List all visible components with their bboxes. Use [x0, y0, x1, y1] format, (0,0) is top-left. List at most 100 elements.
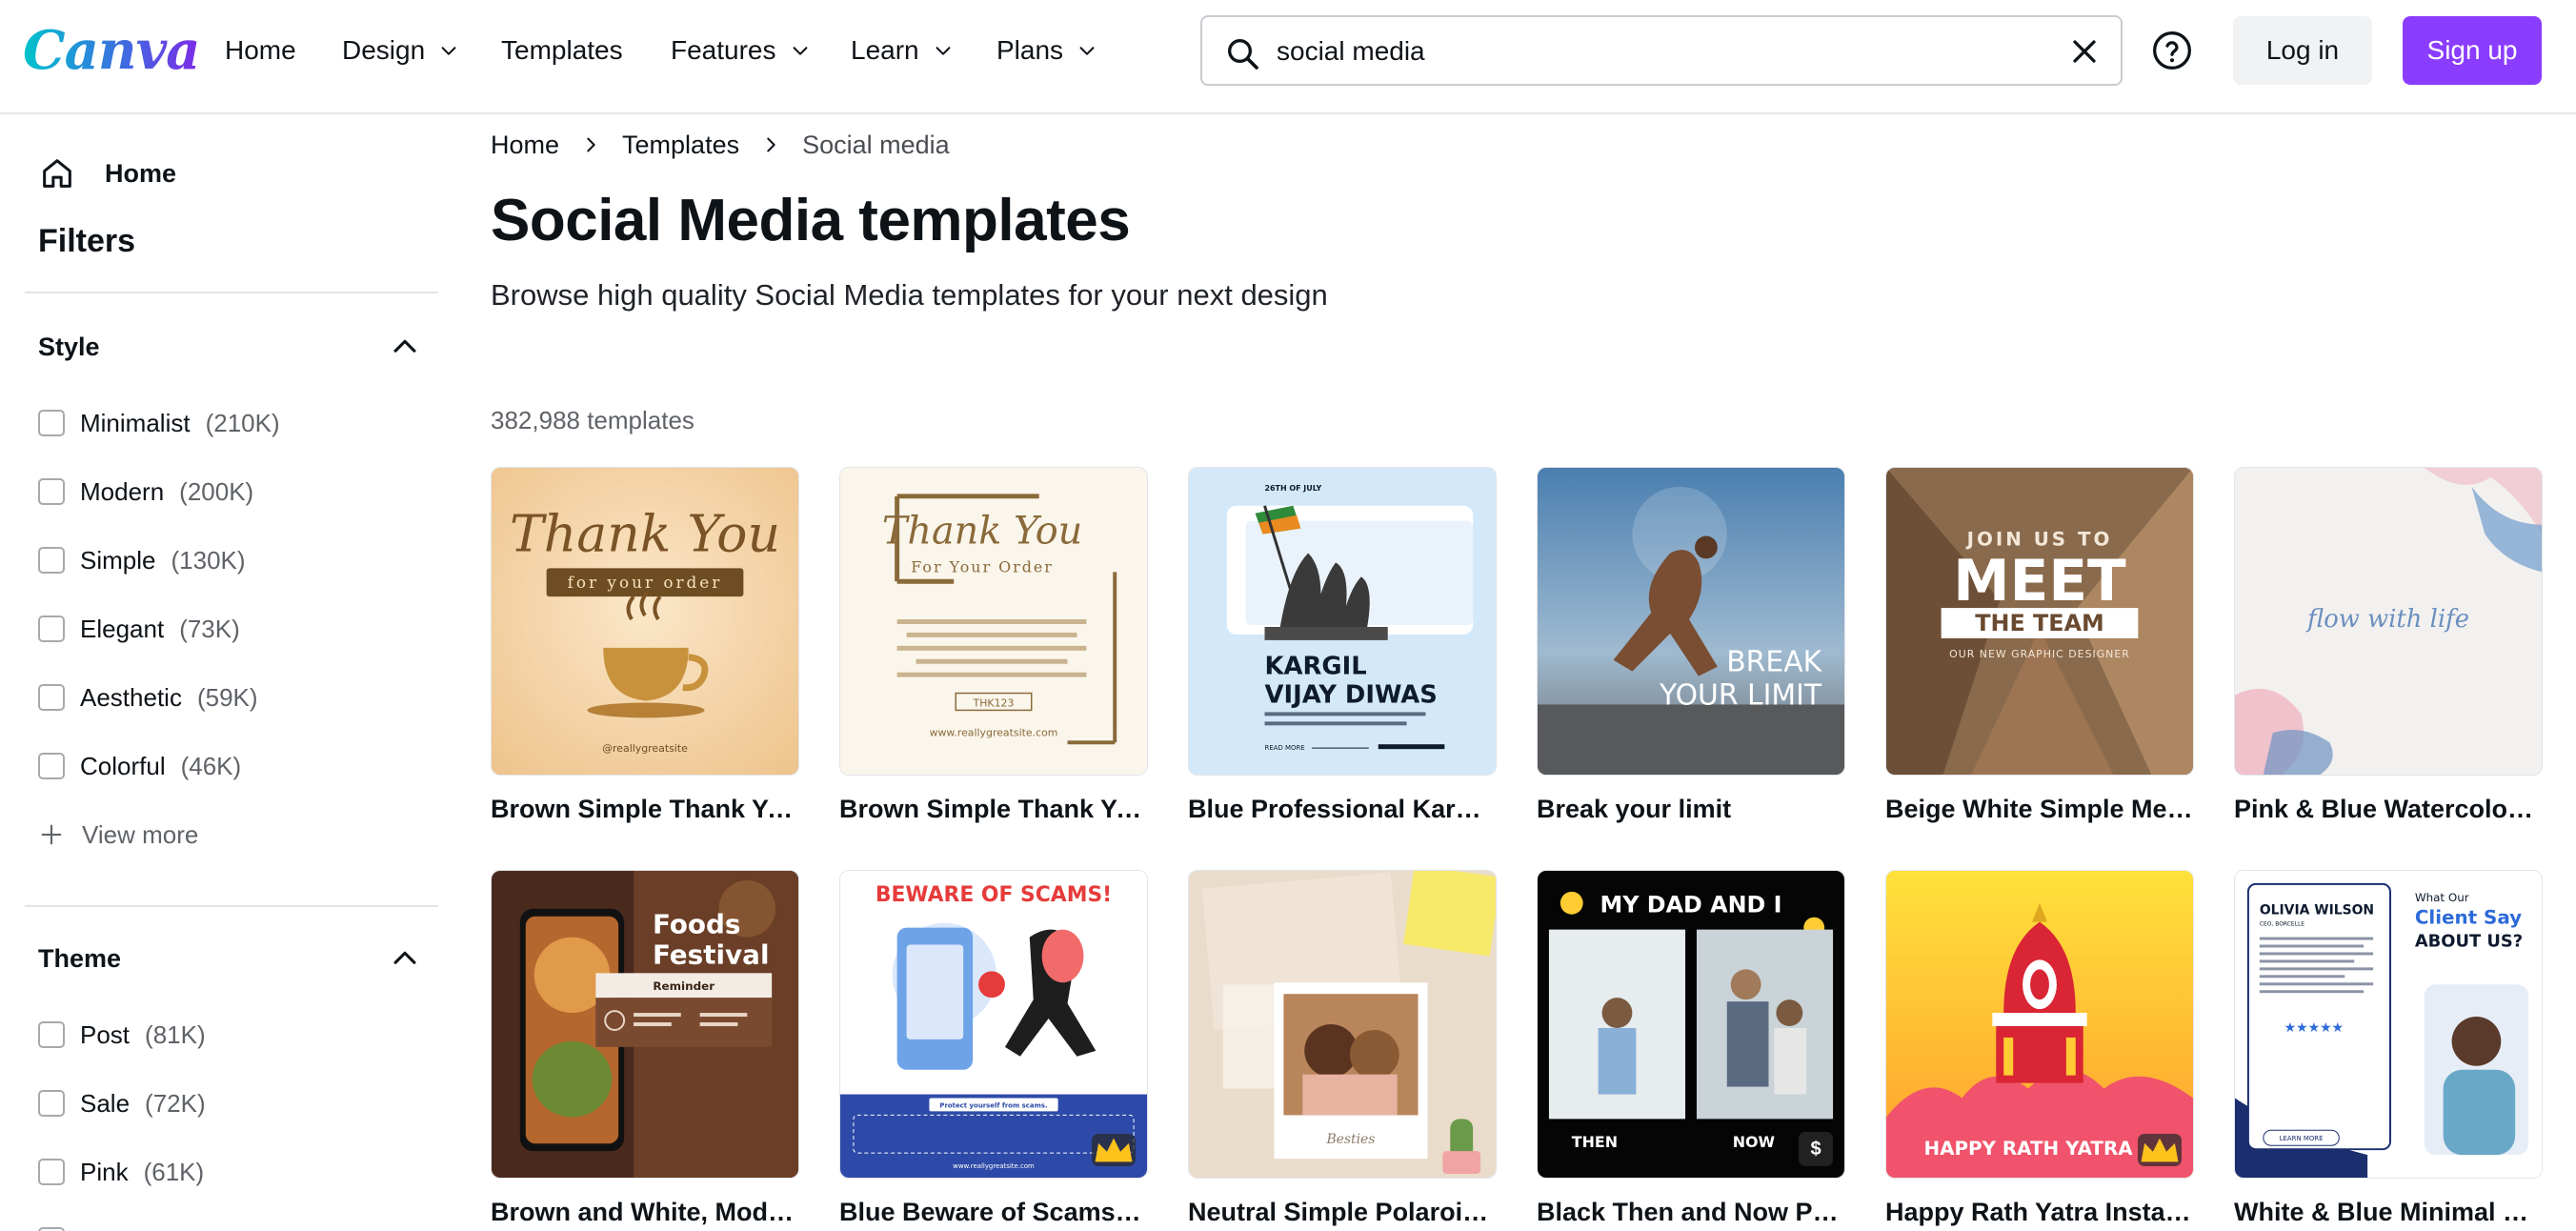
checkbox[interactable] — [38, 547, 65, 574]
template-title: Brown and White, Moder... — [491, 1198, 799, 1226]
filter-simple[interactable]: Simple (130K) — [38, 541, 246, 579]
theme-section-toggle[interactable]: Theme — [38, 938, 421, 979]
checkbox[interactable] — [38, 1159, 65, 1185]
thumb-text: @reallygreatsite — [602, 742, 688, 755]
template-card[interactable]: Thank You For Your Order THK123 www.real… — [839, 467, 1148, 824]
template-card[interactable]: 26TH OF JULY KARGIL VIJAY DIWAS READ MOR… — [1188, 467, 1497, 824]
filter-aesthetic[interactable]: Aesthetic (59K) — [38, 678, 258, 716]
thumb-text: MY DAD AND I — [1600, 892, 1781, 918]
thumb-text: LEARN MORE — [2280, 1135, 2324, 1142]
template-thumbnail: Thank You for your order @reallygreatsit… — [491, 467, 799, 776]
checkbox[interactable] — [38, 1090, 65, 1117]
chevron-right-icon — [587, 137, 595, 152]
style-section-toggle[interactable]: Style — [38, 326, 421, 368]
nav-learn[interactable]: Learn — [851, 30, 954, 71]
thumb-text: Besties — [1325, 1132, 1375, 1147]
thumb-text: OLIVIA WILSON — [2260, 903, 2374, 918]
nav-home[interactable]: Home — [225, 30, 296, 71]
login-button[interactable]: Log in — [2233, 16, 2372, 85]
canva-logo[interactable]: Canva — [23, 17, 200, 84]
thumb-text: YOUR LIMIT — [1659, 678, 1822, 712]
chevron-up-icon — [393, 951, 416, 964]
search-input[interactable] — [1277, 30, 2020, 72]
style-section-title: Style — [38, 332, 100, 361]
crown-icon — [2141, 1138, 2179, 1162]
thumb-text: JOIN US TO — [1965, 528, 2113, 550]
filter-colorful[interactable]: Colorful (46K) — [38, 747, 241, 785]
checkbox[interactable] — [38, 1227, 65, 1231]
template-title: Break your limit — [1537, 795, 1732, 823]
checkbox[interactable] — [38, 753, 65, 779]
filter-post[interactable]: Post (81K) — [38, 1016, 206, 1054]
search-icon — [1228, 39, 1258, 70]
template-card[interactable]: Besties Neutral Simple Polaroid ... — [1188, 870, 1497, 1227]
nav-plans[interactable]: Plans — [996, 30, 1097, 71]
theme-section-title: Theme — [38, 943, 122, 973]
polaroid-image: Besties — [1189, 871, 1496, 1178]
filter-minimalist[interactable]: Minimalist (210K) — [38, 404, 280, 442]
template-title: Blue Beware of Scams In... — [839, 1198, 1148, 1226]
foods-festival-image: Foods Festival Reminder — [492, 871, 798, 1178]
premium-crown-badge — [1092, 1134, 1136, 1166]
template-title: Brown Simple Thank You... — [839, 795, 1148, 823]
nav-templates[interactable]: Templates — [501, 30, 623, 71]
break-your-limit-image: BREAK YOUR LIMIT — [1538, 468, 1844, 775]
template-thumbnail: HAPPY RATH YATRA — [1885, 870, 2194, 1179]
top-navigation-bar: Canva Home Design Templates Features Lea… — [0, 0, 2576, 114]
signup-button[interactable]: Sign up — [2403, 16, 2542, 85]
template-card[interactable]: BREAK YOUR LIMIT Break your limit — [1537, 467, 1845, 824]
template-card[interactable]: Foods Festival Reminder Brown and White,… — [491, 870, 799, 1227]
divider — [25, 905, 438, 907]
checkbox[interactable] — [38, 684, 65, 711]
thumb-text: OUR NEW GRAPHIC DESIGNER — [1949, 648, 2130, 660]
view-more-button[interactable]: View more — [38, 816, 198, 854]
sidebar-home-label: Home — [105, 158, 177, 188]
plus-icon — [41, 824, 62, 845]
thumb-text: Foods — [653, 909, 741, 940]
divider — [25, 292, 438, 293]
filter-next-partial[interactable] — [38, 1221, 65, 1231]
filter-pink[interactable]: Pink (61K) — [38, 1153, 204, 1191]
clear-search-icon[interactable] — [2065, 32, 2103, 71]
filter-label: Minimalist — [80, 408, 191, 437]
filter-sidebar: Home Filters Style Minimalist (210K) Mod… — [0, 116, 457, 1231]
checkbox[interactable] — [38, 410, 65, 436]
help-icon[interactable] — [2151, 30, 2193, 71]
nav-templates-label: Templates — [501, 35, 623, 65]
template-card[interactable]: OLIVIA WILSON CEO, BORCELLE ★★★★★ What O… — [2234, 870, 2543, 1227]
thumb-text: BEWARE OF SCAMS! — [875, 883, 1112, 907]
filter-sale[interactable]: Sale (72K) — [38, 1084, 206, 1122]
filter-count: (81K) — [145, 1019, 206, 1049]
template-card[interactable]: Thank You for your order @reallygreatsit… — [491, 467, 799, 824]
filter-modern[interactable]: Modern (200K) — [38, 473, 253, 511]
thumb-text: HAPPY RATH YATRA — [1924, 1138, 2134, 1160]
template-card[interactable]: JOIN US TO MEET THE TEAM OUR NEW GRAPHIC… — [1885, 467, 2194, 824]
chevron-down-icon — [441, 47, 456, 55]
filter-label: Modern — [80, 476, 165, 506]
nav-features[interactable]: Features — [671, 30, 811, 71]
filter-label: Simple — [80, 545, 156, 575]
template-card[interactable]: BEWARE OF SCAMS! Protect yourself from s… — [839, 870, 1148, 1227]
breadcrumb-templates[interactable]: Templates — [622, 131, 739, 160]
checkbox[interactable] — [38, 478, 65, 505]
breadcrumb-home[interactable]: Home — [491, 131, 559, 160]
thumb-text: Thank You — [882, 510, 1082, 554]
nav-design[interactable]: Design — [342, 30, 459, 71]
template-card[interactable]: HAPPY RATH YATRA Happy Rath Yatra Instag… — [1885, 870, 2194, 1227]
template-title: Beige White Simple Mee... — [1885, 795, 2194, 823]
checkbox[interactable] — [38, 1021, 65, 1048]
thumb-text: THEN — [1572, 1133, 1618, 1151]
template-card[interactable]: MY DAD AND I THEN NOW $ Black Then and N… — [1537, 870, 1845, 1227]
thumb-text: flow with life — [2305, 605, 2469, 634]
template-card[interactable]: flow with life Pink & Blue Watercolor P.… — [2234, 467, 2543, 824]
checkbox[interactable] — [38, 616, 65, 642]
chevron-right-icon — [767, 137, 775, 152]
sidebar-home-link[interactable]: Home — [38, 154, 176, 192]
filter-label: Aesthetic — [80, 682, 182, 712]
chevron-down-icon — [793, 47, 807, 55]
template-title: Happy Rath Yatra Instag... — [1885, 1198, 2194, 1226]
template-title: Black Then and Now Pho... — [1537, 1198, 1845, 1226]
filter-elegant[interactable]: Elegant (73K) — [38, 610, 240, 648]
template-thumbnail: BEWARE OF SCAMS! Protect yourself from s… — [839, 870, 1148, 1179]
filter-label: Sale — [80, 1088, 131, 1118]
